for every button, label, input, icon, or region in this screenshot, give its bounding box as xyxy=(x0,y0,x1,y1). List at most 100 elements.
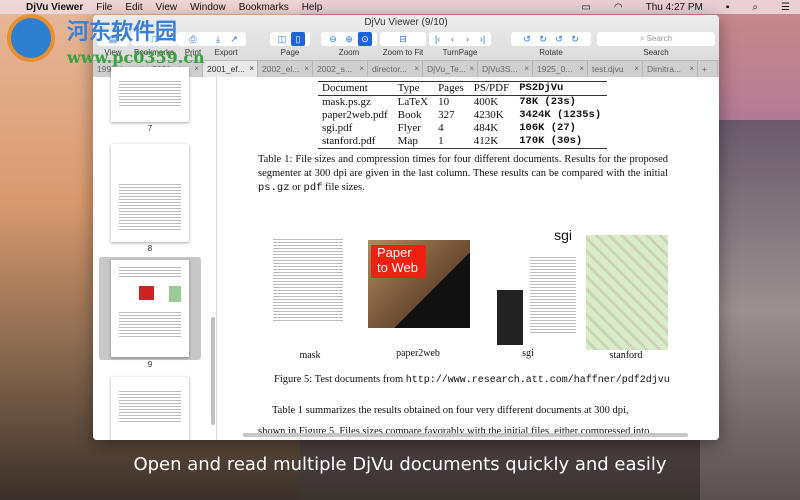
tab-label: DjVu3S... xyxy=(482,64,518,74)
menu-bookmarks[interactable]: Bookmarks xyxy=(239,2,289,13)
turnpage-label: TurnPage xyxy=(442,48,478,57)
zoom-group: ⊖ ⊕ ⊙ Zoom xyxy=(321,32,377,57)
tab-3[interactable]: 2002_el... × xyxy=(258,61,313,77)
zoom-actual-icon[interactable]: ⊙ xyxy=(358,32,372,46)
table-cell: Pages xyxy=(434,81,470,96)
wifi-icon[interactable]: ◠ xyxy=(614,2,623,13)
battery-icon[interactable]: ▭ xyxy=(581,2,590,13)
new-tab-button[interactable]: + xyxy=(698,61,718,77)
watermark-logo-icon xyxy=(7,14,55,62)
table-cell: PS2DjVu xyxy=(515,81,608,96)
single-page-icon[interactable]: ▯ xyxy=(291,32,305,46)
table-cell: 170K (30s) xyxy=(519,135,583,147)
tab-7[interactable]: DjVu3S... × xyxy=(478,61,533,77)
export-icon[interactable]: ⤓ xyxy=(211,32,225,46)
spotlight-icon[interactable]: ⌕ xyxy=(752,2,758,13)
thumbnail-page-9[interactable] xyxy=(111,260,189,357)
djvu-window: DjVu Viewer (9/10) ▤ View ⎍ Bookmarks ⎙ Pri… xyxy=(93,15,719,440)
table-cell: Flyer xyxy=(397,122,421,134)
close-tab-icon[interactable]: × xyxy=(689,61,694,77)
promo-caption: Open and read multiple DjVu documents qu… xyxy=(133,454,667,475)
close-tab-icon[interactable]: × xyxy=(579,61,584,77)
table-row: mask.ps.gz LaTeX 10 400K 78K (23s) xyxy=(318,96,607,110)
tab-5[interactable]: director... × xyxy=(368,61,423,77)
menu-app[interactable]: DjVu Viewer xyxy=(26,2,83,13)
tab-8[interactable]: 1925_0... × xyxy=(533,61,588,77)
tab-2[interactable]: 2001_ef... × xyxy=(203,61,258,77)
figure-label: stanford xyxy=(609,350,643,361)
page-number: 7 xyxy=(147,124,153,133)
paper-title: Paper xyxy=(377,245,412,260)
share-icon[interactable]: ↗ xyxy=(227,32,241,46)
turnpage-group: |‹ ‹ › ›| TurnPage xyxy=(429,32,491,57)
flag-icon[interactable]: ▪ xyxy=(726,2,730,13)
search-input[interactable]: ⌕ Search xyxy=(597,32,715,46)
page-number: 8 xyxy=(147,244,153,253)
page-group: ◫ ▯ Page xyxy=(270,32,310,57)
results-table: Document Type Pages PS/PDF PS2DjVu mask.ps.gz… xyxy=(318,81,608,149)
body-text: Table 1 summarizes the results obtained … xyxy=(272,405,629,416)
sidebar-scrollbar[interactable] xyxy=(211,317,215,425)
table-cell: 400K xyxy=(473,96,499,108)
close-tab-icon[interactable]: × xyxy=(524,61,529,77)
thumbnail-sidebar: 7 8 9 xyxy=(93,67,217,440)
table-cell: mask.ps.gz xyxy=(322,96,371,108)
close-tab-icon[interactable]: × xyxy=(469,61,474,77)
thumbnail-page-7[interactable] xyxy=(111,67,189,122)
clock[interactable]: Thu 4:27 PM xyxy=(646,2,703,13)
menu-file[interactable]: File xyxy=(96,2,112,13)
zoom-fit-button[interactable]: ⊟ Zoom to Fit xyxy=(380,32,426,57)
tab-label: 2001_ef... xyxy=(207,64,245,74)
search-group: ⌕ Search Search xyxy=(597,32,715,57)
rotate-right-icon[interactable]: ↻ xyxy=(536,32,550,46)
tab-label: 1925_0... xyxy=(537,64,573,74)
tab-6[interactable]: DjVu_Te... × xyxy=(423,61,478,77)
tab-9[interactable]: test.djvu × xyxy=(588,61,643,77)
table-cell: PS/PDF xyxy=(469,81,516,96)
last-page-icon[interactable]: ›| xyxy=(476,32,489,46)
table-cell: sgi.pdf xyxy=(322,122,353,134)
menu-help[interactable]: Help xyxy=(302,2,323,13)
search-placeholder: Search xyxy=(646,34,673,43)
table-cell: 412K xyxy=(473,135,499,147)
close-tab-icon[interactable]: × xyxy=(634,61,639,77)
tab-label: DjVu_Te... xyxy=(427,64,466,74)
sgi-server-image xyxy=(497,290,523,345)
first-page-icon[interactable]: |‹ xyxy=(431,32,444,46)
rotate-left-page-icon[interactable]: ↺ xyxy=(552,32,566,46)
zoom-out-icon[interactable]: ⊖ xyxy=(326,32,340,46)
prev-page-icon[interactable]: ‹ xyxy=(446,32,459,46)
notification-icon[interactable]: ☰ xyxy=(781,2,790,13)
tab-label: 2002_el... xyxy=(262,64,300,74)
tab-4[interactable]: 2002_s... × xyxy=(313,61,368,77)
close-tab-icon[interactable]: × xyxy=(414,61,419,77)
close-tab-icon[interactable]: × xyxy=(359,61,364,77)
next-page-icon[interactable]: › xyxy=(461,32,474,46)
table-cell: 106K (27) xyxy=(519,122,576,134)
page-number-selected: 9 xyxy=(147,360,153,369)
tab-10[interactable]: Dimitra... × xyxy=(643,61,698,77)
two-page-icon[interactable]: ◫ xyxy=(275,32,289,46)
page-label: Page xyxy=(280,48,300,57)
thumbnail-page-10[interactable] xyxy=(111,377,189,440)
menu-view[interactable]: View xyxy=(156,2,178,13)
figure-paper2web: Paper to Web xyxy=(368,240,470,328)
horizontal-scrollbar[interactable] xyxy=(243,433,688,437)
rotate-left-icon[interactable]: ↺ xyxy=(520,32,534,46)
figure-mask xyxy=(273,232,343,327)
caption-text: Figure 5: Test documents from xyxy=(274,374,406,385)
export-group: ⤓ ↗ Export xyxy=(206,32,246,57)
document-view: Document Type Pages PS/PDF PS2DjVu mask.ps.gz… xyxy=(218,77,719,440)
menu-window[interactable]: Window xyxy=(190,2,226,13)
thumbnail-page-8[interactable] xyxy=(111,144,189,242)
zoom-in-icon[interactable]: ⊕ xyxy=(342,32,356,46)
watermark-url: www.pc0359.cn xyxy=(67,48,205,67)
rotate-right-page-icon[interactable]: ↻ xyxy=(568,32,582,46)
menu-edit[interactable]: Edit xyxy=(125,2,142,13)
tab-label: Dimitra... xyxy=(647,64,681,74)
zoom-label: Zoom xyxy=(338,48,360,57)
figure-url[interactable]: http://www.research.att.com/haffner/pdf2… xyxy=(406,375,670,386)
caption-text: Table 1: File sizes and compression time… xyxy=(258,154,668,179)
close-tab-icon[interactable]: × xyxy=(249,61,254,77)
close-tab-icon[interactable]: × xyxy=(304,61,309,77)
